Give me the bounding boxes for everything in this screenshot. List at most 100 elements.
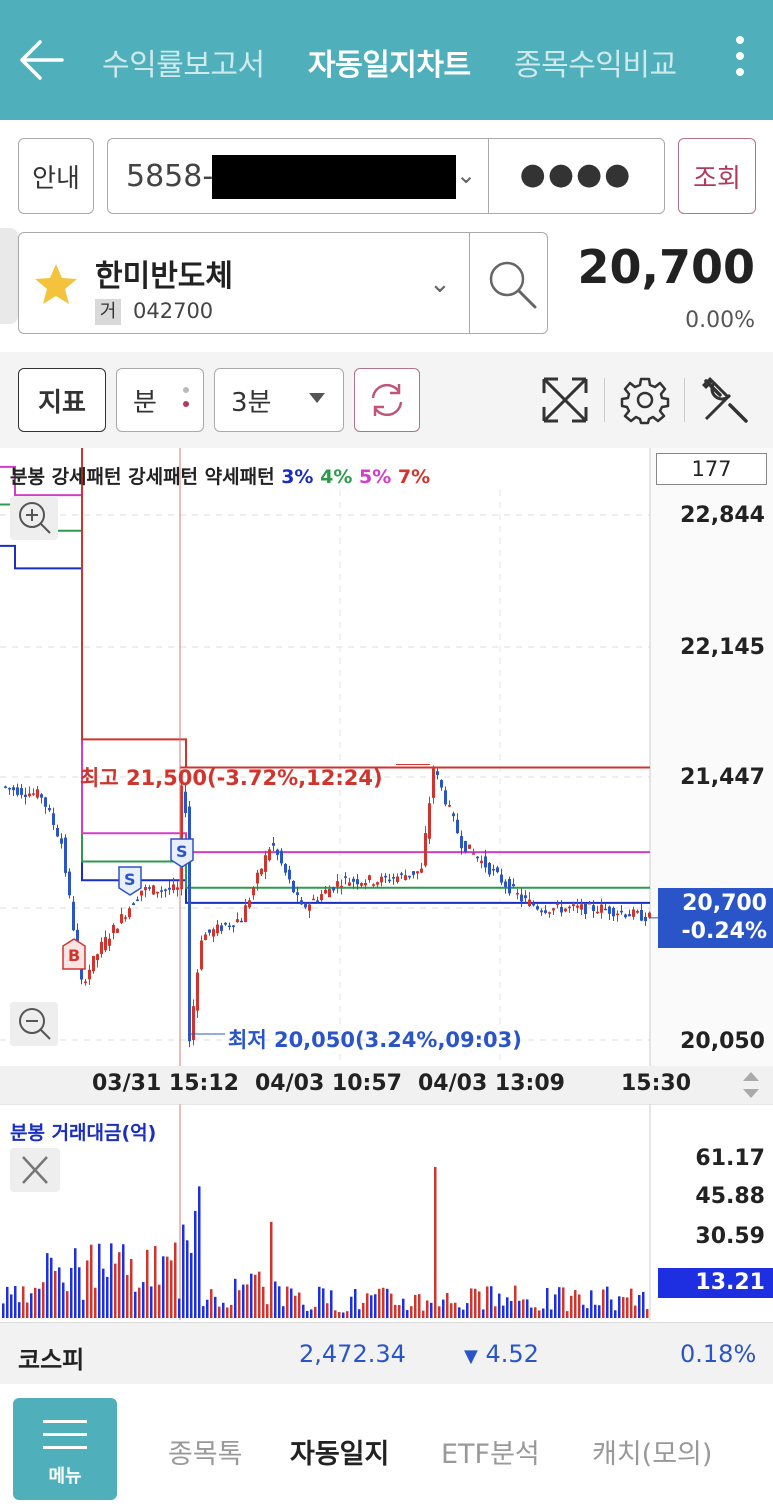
candle-body	[348, 882, 351, 886]
candle-body	[152, 885, 155, 895]
volume-bar	[10, 1294, 13, 1318]
candle-body	[376, 882, 379, 885]
volume-bar	[630, 1288, 633, 1318]
search-icon[interactable]	[487, 259, 539, 311]
candle-body	[524, 895, 527, 899]
side-drawer-handle[interactable]	[0, 228, 18, 324]
fullscreen-icon[interactable]	[540, 375, 590, 425]
stock-code: 042700	[133, 299, 214, 323]
volume-bar	[534, 1307, 537, 1318]
nav-stock-talk[interactable]: 종목톡	[168, 1432, 243, 1471]
volume-bar	[414, 1294, 417, 1318]
volume-bar	[458, 1307, 461, 1318]
price-chart[interactable]	[0, 448, 773, 1320]
candle-body	[492, 868, 495, 871]
candle-body	[20, 788, 23, 795]
candle-body	[640, 909, 643, 921]
period-selector[interactable]: 분	[116, 368, 204, 432]
candle-body	[596, 911, 599, 914]
interval-dropdown[interactable]: 3분	[214, 368, 344, 432]
candle-body	[300, 900, 303, 905]
volume-bar	[38, 1288, 41, 1318]
volume-bar	[314, 1306, 317, 1318]
volume-bar	[118, 1252, 121, 1318]
volume-bar	[562, 1287, 565, 1318]
chevron-down-icon[interactable]: ⌄	[429, 269, 451, 299]
nav-auto-journal[interactable]: 자동일지	[290, 1432, 389, 1471]
candle-body	[28, 793, 31, 797]
gear-icon[interactable]	[620, 375, 670, 425]
last-price-change: -0.24%	[681, 919, 767, 944]
stock-selector[interactable]: 한미반도체 거 042700 ⌄	[18, 232, 548, 334]
candle-body	[428, 803, 431, 839]
more-menu-icon[interactable]	[728, 36, 752, 86]
volume-bar	[566, 1311, 569, 1318]
volume-bar	[394, 1304, 397, 1318]
volume-bar	[62, 1282, 65, 1318]
candle-body	[264, 855, 267, 872]
candle-body	[556, 903, 559, 905]
y-tick: 21,447	[680, 765, 765, 790]
candle-body	[448, 805, 451, 807]
tab-auto-journal-chart[interactable]: 자동일지차트	[308, 40, 471, 84]
volume-bar	[358, 1309, 361, 1318]
candle-body	[440, 780, 443, 788]
guide-button[interactable]: 안내	[18, 138, 94, 214]
refresh-button[interactable]	[354, 368, 420, 432]
tab-profit-report[interactable]: 수익률보고서	[102, 40, 265, 84]
last-price-tag: 20,700 -0.24%	[658, 888, 773, 948]
app-header: 수익률보고서 자동일지차트 종목수익비교	[0, 0, 773, 120]
candle-body	[304, 904, 307, 908]
volume-bar	[586, 1308, 589, 1318]
candle-body	[364, 883, 367, 886]
candle-count-box[interactable]: 177	[656, 453, 767, 485]
volume-bar	[166, 1256, 169, 1318]
candle-body	[120, 914, 123, 924]
volume-bar	[350, 1296, 353, 1318]
volume-bar	[594, 1304, 597, 1318]
query-button[interactable]: 조회	[678, 138, 756, 214]
volume-bar	[34, 1287, 37, 1318]
volume-bar	[22, 1286, 25, 1318]
zoom-out-button[interactable]	[10, 1002, 58, 1046]
zoom-out-icon	[19, 1008, 51, 1040]
password-field[interactable]: ●●●●	[488, 157, 664, 192]
candle-body	[272, 842, 275, 846]
index-name: 코스피	[18, 1346, 85, 1374]
volume-bar	[462, 1309, 465, 1318]
back-arrow-icon[interactable]	[16, 36, 68, 84]
tools-icon[interactable]	[700, 375, 750, 425]
candle-body	[488, 862, 491, 875]
candle-body	[248, 900, 251, 908]
volume-bar	[98, 1243, 101, 1318]
close-volume-button[interactable]	[10, 1148, 60, 1192]
band-line-3%	[0, 544, 650, 904]
favorite-star-icon[interactable]	[33, 261, 79, 307]
account-selector[interactable]: 5858- ⌄ ●●●●	[107, 138, 665, 214]
candle-body	[592, 905, 595, 911]
nav-etf-analysis[interactable]: ETF분석	[441, 1432, 540, 1471]
nav-catch-mock[interactable]: 캐치(모의)	[592, 1432, 712, 1471]
resize-arrows-icon[interactable]	[740, 1068, 762, 1102]
candle-body	[612, 908, 615, 917]
y-tick: 22,844	[680, 503, 765, 528]
volume-bar	[298, 1292, 301, 1318]
sell-marker: S	[170, 838, 194, 868]
candle-body	[624, 914, 627, 918]
volume-bar	[618, 1296, 621, 1318]
volume-bar	[522, 1299, 525, 1318]
candle-body	[168, 887, 171, 890]
indicator-button[interactable]: 지표	[18, 368, 106, 432]
candle-body	[396, 876, 399, 882]
low-annotation: 최저 20,050(3.24%,09:03)	[228, 1028, 522, 1052]
volume-bar	[602, 1289, 605, 1318]
candle-body	[456, 819, 459, 834]
zoom-in-button[interactable]	[10, 496, 58, 540]
volume-bar	[466, 1303, 469, 1318]
volume-bar	[138, 1287, 141, 1318]
menu-button[interactable]: 메뉴	[13, 1398, 117, 1500]
candle-body	[24, 794, 27, 798]
candle-body	[276, 849, 279, 855]
tab-stock-profit-compare[interactable]: 종목수익비교	[514, 40, 677, 84]
volume-bar	[302, 1304, 305, 1318]
